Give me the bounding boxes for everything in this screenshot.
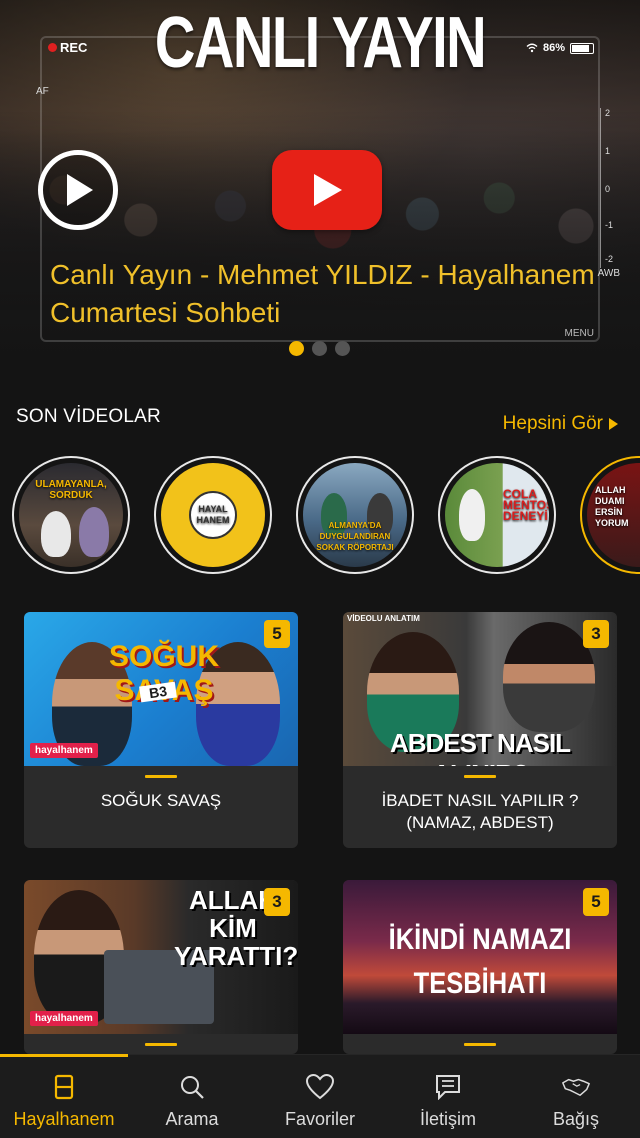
rec-label: REC — [60, 40, 88, 55]
nav-item-bagis[interactable]: Bağış — [512, 1055, 640, 1138]
hero-caption[interactable]: Canlı Yayın - Mehmet YILDIZ - Hayalhanem… — [50, 256, 610, 332]
video-card[interactable]: ALLAH KİM YARATTI? hayalhanem 3 — [24, 880, 298, 1054]
scale-tick: -1 — [605, 220, 614, 230]
arrow-right-icon — [609, 418, 618, 430]
handshake-icon — [562, 1073, 590, 1101]
video-count-badge: 5 — [583, 888, 609, 916]
story-item[interactable]: HAYAL HANEM — [154, 456, 272, 574]
battery-percent: 86% — [542, 42, 565, 54]
af-label: AF — [36, 86, 49, 97]
video-count-badge: 5 — [264, 620, 290, 648]
scale-tick: 2 — [605, 108, 611, 118]
live-stream-banner[interactable]: CANLI YAYIN REC AF 86% 2 1 0 -1 -2 AWB M… — [0, 0, 640, 372]
brand-tag: hayalhanem — [30, 743, 98, 758]
story-thumbnail: ALMANYA'DA DUYGULANDIRAN SOKAK RÖPORTAJI — [303, 463, 407, 567]
camera-status: 86% — [526, 42, 594, 54]
thumbnail-title: İKİNDİ NAMAZI TESBİHATI — [388, 923, 572, 1000]
play-icon[interactable] — [38, 150, 118, 230]
scale-tick: 0 — [605, 184, 611, 194]
nav-label: Favoriler — [284, 1109, 355, 1129]
heart-icon — [306, 1073, 334, 1101]
message-icon — [434, 1073, 462, 1101]
youtube-play-icon — [314, 174, 342, 206]
carousel-indicator — [289, 341, 350, 356]
carousel-dot-active[interactable] — [289, 341, 304, 356]
person-figure — [41, 511, 71, 557]
story-thumbnail: HAYAL HANEM — [161, 463, 265, 567]
story-thumbnail: ULAMAYANLA, SORDUK — [19, 463, 123, 567]
see-all-link[interactable]: Hepsini Gör — [503, 413, 618, 435]
exposure-scale: 2 1 0 -1 -2 — [600, 108, 618, 268]
story-text: ULAMAYANLA, SORDUK — [35, 479, 107, 501]
story-text: COLA MENTOS DENEYİ — [503, 487, 549, 523]
hayalhanem-logo: HAYAL HANEM — [189, 491, 237, 539]
play-triangle-icon — [67, 174, 93, 206]
thumbnail-title: ABDEST NASIL ALINIR? — [389, 728, 571, 766]
nav-item-favoriler[interactable]: Favoriler — [256, 1055, 384, 1138]
accent-bar — [145, 1043, 177, 1046]
nav-item-arama[interactable]: Arama — [128, 1055, 256, 1138]
recent-videos-carousel[interactable]: ULAMAYANLA, SORDUK HAYAL HANEM ALMANYA'D… — [0, 456, 640, 576]
nav-item-hayalhanem[interactable]: Hayalhanem — [0, 1055, 128, 1138]
video-card[interactable]: SOĞUK SAVAŞ B3 hayalhanem 5 SOĞUK SAVAŞ — [24, 612, 298, 848]
see-all-label: Hepsini Gör — [502, 413, 603, 434]
wifi-icon — [526, 43, 538, 53]
person-figure — [503, 622, 595, 732]
video-count-badge: 3 — [583, 620, 609, 648]
bottom-navigation: Hayalhanem Arama Favoriler İletişim Bağı… — [0, 1054, 640, 1138]
rec-indicator: REC — [48, 40, 87, 55]
nav-label: İletişim — [419, 1109, 476, 1129]
brand-tag: hayalhanem — [30, 1011, 98, 1026]
carousel-dot[interactable] — [335, 341, 350, 356]
video-card[interactable]: VİDEOLU ANLATIM ABDEST NASIL ALINIR? 3 İ… — [343, 612, 617, 848]
video-thumbnail: ALLAH KİM YARATTI? hayalhanem 3 — [24, 880, 298, 1034]
story-thumbnail: COLA MENTOS DENEYİ — [445, 463, 549, 567]
person-figure — [459, 489, 485, 541]
battery-icon — [570, 42, 594, 54]
video-count-badge: 3 — [264, 888, 290, 916]
rec-dot-icon — [48, 43, 57, 52]
story-text: ALLAH DUAMI ERSİN YORUM — [595, 485, 629, 528]
story-text: HAYAL HANEM — [196, 504, 230, 525]
nav-label: Bağış — [552, 1109, 600, 1129]
story-thumbnail: ALLAH DUAMI ERSİN YORUM — [587, 463, 640, 567]
person-figure — [79, 507, 109, 557]
youtube-play-button[interactable] — [272, 150, 382, 230]
section-title: SON VİDEOLAR — [16, 406, 161, 427]
story-item[interactable]: ALLAH DUAMI ERSİN YORUM — [580, 456, 640, 574]
hero-title: CANLI YAYIN — [154, 3, 487, 83]
home-icon — [50, 1073, 78, 1101]
story-item[interactable]: ULAMAYANLA, SORDUK — [12, 456, 130, 574]
nav-label: Hayalhanem — [13, 1109, 115, 1129]
story-text: ALMANYA'DA DUYGULANDIRAN SOKAK RÖPORTAJI — [316, 521, 394, 552]
search-icon — [178, 1073, 206, 1101]
video-card[interactable]: İKİNDİ NAMAZI TESBİHATI 5 — [343, 880, 617, 1054]
nav-item-iletisim[interactable]: İletişim — [384, 1055, 512, 1138]
accent-bar — [464, 1043, 496, 1046]
video-title: SOĞUK SAVAŞ — [100, 791, 222, 810]
video-title: İBADET NASIL YAPILIR ? (NAMAZ, ABDEST) — [381, 791, 579, 832]
thumbnail-subtitle: VİDEOLU ANLATIM — [347, 614, 420, 623]
video-thumbnail: SOĞUK SAVAŞ B3 hayalhanem 5 — [24, 612, 298, 766]
carousel-dot[interactable] — [312, 341, 327, 356]
nav-label: Arama — [165, 1109, 219, 1129]
story-item[interactable]: COLA MENTOS DENEYİ — [438, 456, 556, 574]
video-thumbnail: VİDEOLU ANLATIM ABDEST NASIL ALINIR? 3 — [343, 612, 617, 766]
story-item[interactable]: ALMANYA'DA DUYGULANDIRAN SOKAK RÖPORTAJI — [296, 456, 414, 574]
video-thumbnail: İKİNDİ NAMAZI TESBİHATI 5 — [343, 880, 617, 1034]
active-tab-indicator — [0, 1054, 128, 1057]
scale-tick: 1 — [605, 146, 611, 156]
